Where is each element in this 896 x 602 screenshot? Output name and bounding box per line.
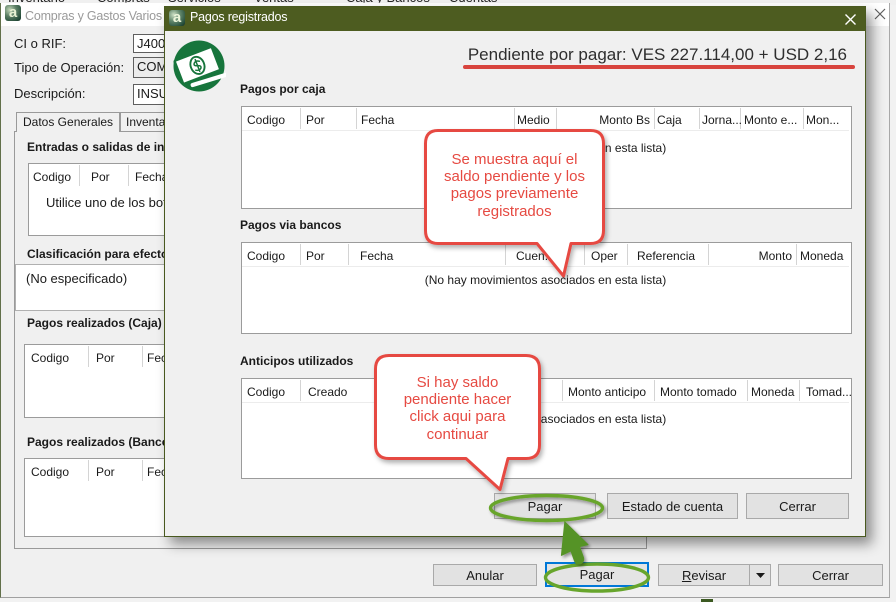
svg-text:Servicios: Servicios xyxy=(168,0,221,5)
svg-text:Caja y Bancos: Caja y Bancos xyxy=(346,0,430,5)
svg-text:Cuentas: Cuentas xyxy=(449,0,498,5)
svg-text:Compras: Compras xyxy=(97,0,150,5)
svg-text:Ventas: Ventas xyxy=(254,0,294,5)
svg-text:Inventario: Inventario xyxy=(8,0,65,5)
